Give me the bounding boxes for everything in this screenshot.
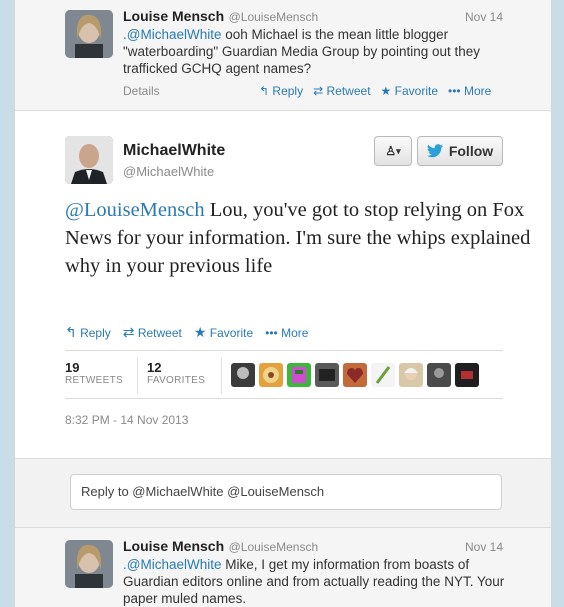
tweet-text: .@MichaelWhite ooh Michael is the mean l… [123, 27, 481, 76]
reply-icon: ↰ [259, 84, 270, 98]
favorite-button[interactable]: ★ Favorite [194, 324, 253, 341]
reply-button[interactable]: ↰ Reply [65, 324, 111, 341]
favoriter-avatar[interactable] [399, 363, 423, 387]
retweet-button[interactable]: ⇄ Retweet [123, 324, 182, 341]
tweet-text: .@MichaelWhite Mike, I get my informatio… [123, 557, 505, 606]
author-handle[interactable]: @MichaelWhite [123, 164, 214, 179]
author-name[interactable]: Louise Mensch [123, 8, 224, 24]
tweet-date[interactable]: Nov 14 [465, 540, 503, 554]
timeline-column: Louise Mensch @LouiseMensch Nov 14 .@Mic… [14, 0, 553, 607]
stat-separator [137, 358, 138, 394]
tweet-date[interactable]: Nov 14 [465, 10, 503, 24]
favoriter-avatar[interactable] [259, 363, 283, 387]
person-icon: ♙ [385, 144, 397, 158]
tweet-timestamp[interactable]: 8:32 PM - 14 Nov 2013 [65, 413, 188, 427]
tweet-actions: ↰ Reply ⇄ Retweet ★ Favorite ••• More [65, 324, 308, 341]
ellipsis-icon: ••• [265, 325, 278, 340]
twitter-bird-icon [426, 144, 443, 158]
reply-icon: ↰ [65, 324, 77, 340]
star-icon: ★ [380, 84, 392, 98]
favoriter-avatar[interactable] [343, 363, 367, 387]
retweet-icon: ⇄ [122, 324, 135, 340]
tweet-text: @LouiseMensch Lou, you've got to stop re… [65, 199, 531, 277]
more-button[interactable]: ••• More [265, 326, 308, 340]
favoriter-avatar[interactable] [371, 363, 395, 387]
star-icon: ★ [193, 324, 207, 340]
favoriter-avatar[interactable] [231, 363, 255, 387]
favoriter-avatar[interactable] [455, 363, 479, 387]
author-name[interactable]: MichaelWhite [123, 142, 225, 160]
author-name[interactable]: Louise Mensch [123, 538, 224, 554]
author-handle[interactable]: @LouiseMensch [229, 540, 319, 554]
caret-down-icon: ▾ [396, 145, 401, 156]
reply-button[interactable]: ↰ Reply [259, 84, 303, 98]
follow-button[interactable]: Follow [417, 136, 503, 166]
divider [65, 398, 503, 399]
mention-link[interactable]: @LouiseMensch [65, 199, 205, 221]
reply-input[interactable]: Reply to @MichaelWhite @LouiseMensch [70, 474, 502, 510]
more-button[interactable]: ••• More [448, 84, 491, 98]
retweets-stat[interactable]: 19 RETWEETS [65, 360, 123, 386]
favoriter-avatar[interactable] [287, 363, 311, 387]
author-handle[interactable]: @LouiseMensch [229, 10, 319, 24]
retweet-icon: ⇄ [313, 84, 324, 98]
user-actions-dropdown[interactable]: ♙ ▾ [374, 136, 412, 166]
divider [65, 350, 503, 351]
stat-separator [221, 358, 222, 394]
details-link[interactable]: Details [123, 84, 160, 98]
favoriter-avatar[interactable] [315, 363, 339, 387]
avatar-louise[interactable] [65, 10, 113, 58]
favorite-button[interactable]: ★ Favorite [381, 84, 438, 98]
favoriter-avatar[interactable] [427, 363, 451, 387]
mention-link[interactable]: .@MichaelWhite [123, 557, 221, 572]
tweet-actions: ↰ Reply ⇄ Retweet ★ Favorite ••• More [259, 84, 491, 98]
retweet-button[interactable]: ⇄ Retweet [313, 84, 370, 98]
avatar-louise[interactable] [65, 540, 113, 588]
ellipsis-icon: ••• [448, 84, 461, 98]
favorites-stat[interactable]: 12 FAVORITES [147, 360, 205, 386]
avatar-michaelwhite[interactable] [65, 136, 113, 184]
mention-link[interactable]: .@MichaelWhite [123, 27, 221, 42]
